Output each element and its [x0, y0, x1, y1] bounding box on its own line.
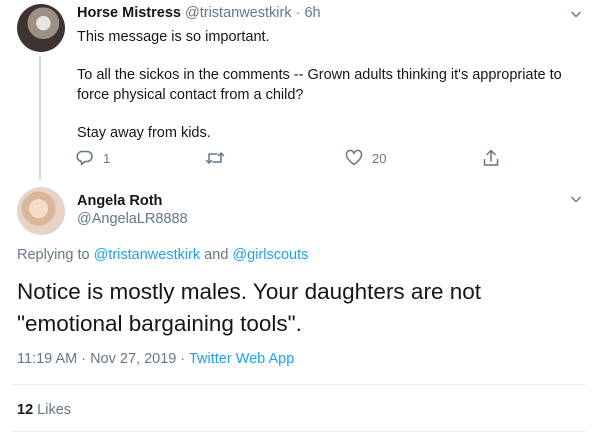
reply-icon	[76, 150, 93, 166]
tweet-line: "emotional bargaining tools".	[17, 311, 302, 336]
tweet-line: Notice is mostly males. Your daughters a…	[17, 279, 481, 304]
retweet-icon	[205, 152, 225, 164]
tweet-line: This message is so important.	[77, 29, 270, 45]
tweet-line: Stay away from kids.	[77, 125, 211, 141]
replying-and: and	[200, 247, 233, 263]
replying-prefix: Replying to	[17, 247, 94, 263]
author-meta[interactable]: @tristanwestkirk · 6h	[185, 5, 321, 21]
avatar[interactable]	[17, 187, 65, 235]
retweet-button[interactable]	[205, 149, 225, 167]
tweet-meta: 11:19 AM · Nov 27, 2019 · Twitter Web Ap…	[17, 351, 294, 367]
chevron-down-icon[interactable]	[570, 193, 582, 205]
chevron-down-icon[interactable]	[570, 8, 582, 20]
share-button[interactable]	[482, 148, 500, 168]
source-link[interactable]: Twitter Web App	[189, 351, 294, 367]
mention-link[interactable]: @girlscouts	[232, 247, 308, 263]
share-icon	[483, 149, 499, 166]
thread-line	[39, 56, 41, 180]
reply-count: 1	[103, 150, 111, 166]
parent-tweet-header: Horse Mistress @tristanwestkirk · 6h	[77, 5, 321, 21]
author-name[interactable]: Horse Mistress	[77, 5, 181, 21]
like-count: 20	[372, 150, 387, 166]
replying-to: Replying to @tristanwestkirk and @girlsc…	[17, 247, 308, 263]
like-button[interactable]: 20	[345, 149, 386, 167]
likes-count: 12	[17, 402, 34, 418]
mention-link[interactable]: @tristanwestkirk	[94, 247, 201, 263]
main-tweet-text: Notice is mostly males. Your daughters a…	[17, 276, 577, 340]
divider	[12, 384, 585, 385]
author-handle[interactable]: @AngelaLR8888	[77, 211, 188, 227]
parent-tweet-text: This message is so important. To all the…	[77, 27, 582, 143]
author-name[interactable]: Angela Roth	[77, 193, 188, 209]
heart-icon	[345, 149, 363, 166]
tweet-line: To all the sickos in the comments -- Gro…	[77, 67, 562, 83]
tweet-line: force physical contact from a child?	[77, 87, 304, 103]
reply-button[interactable]: 1	[76, 149, 110, 167]
divider	[12, 431, 585, 432]
likes-stat[interactable]: 12 Likes	[17, 402, 71, 418]
likes-label: Likes	[37, 402, 72, 418]
main-tweet-author: Angela Roth @AngelaLR8888	[77, 193, 188, 227]
timestamp[interactable]: 11:19 AM · Nov 27, 2019 ·	[17, 351, 189, 367]
avatar[interactable]	[17, 4, 65, 52]
